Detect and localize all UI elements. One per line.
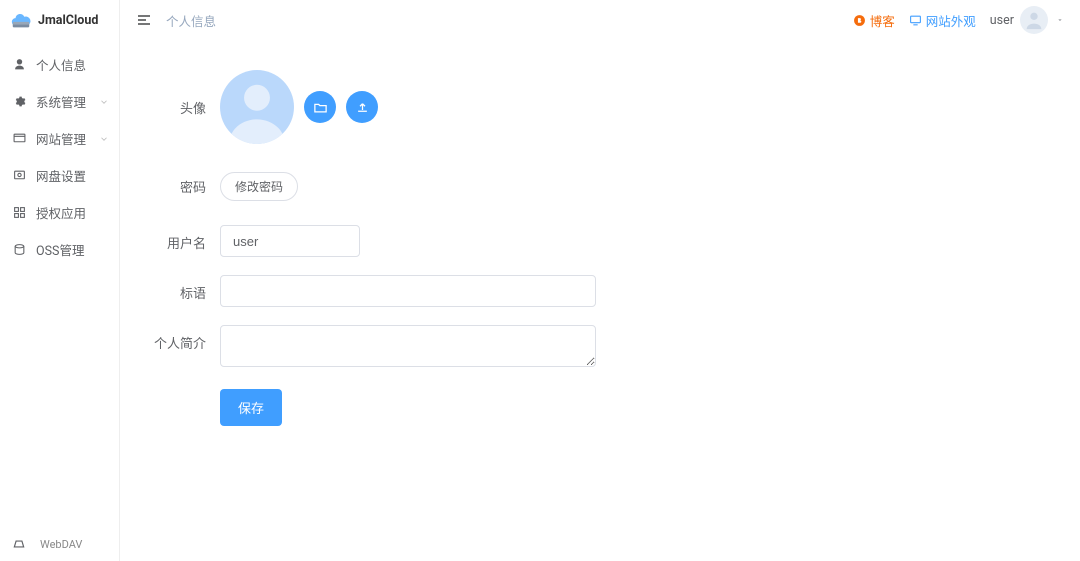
sidebar-item-system[interactable]: 系统管理: [0, 83, 119, 120]
avatar-small: [1020, 6, 1048, 34]
user-menu[interactable]: user: [990, 6, 1064, 34]
drive-icon: [12, 537, 26, 551]
upload-avatar-button[interactable]: [346, 91, 378, 123]
password-label: 密码: [140, 177, 220, 196]
slogan-label: 标语: [140, 275, 220, 302]
sidebar: JmalCloud 个人信息 系统管理: [0, 0, 120, 561]
sidebar-item-disk-settings[interactable]: 网盘设置: [0, 157, 119, 194]
user-icon: [12, 58, 26, 72]
sidebar-item-label: 网盘设置: [36, 166, 86, 185]
intro-textarea[interactable]: [220, 325, 596, 367]
sidebar-item-oss[interactable]: OSS管理: [0, 231, 119, 268]
logo-area[interactable]: JmalCloud: [0, 0, 119, 40]
caret-down-icon: [1056, 16, 1064, 24]
sidebar-menu: 个人信息 系统管理 网站管理: [0, 40, 119, 527]
appearance-icon: [909, 14, 922, 27]
sidebar-footer-webdav[interactable]: WebDAV: [0, 527, 119, 561]
sidebar-item-label: OSS管理: [36, 240, 84, 259]
appearance-label: 网站外观: [926, 11, 976, 30]
appearance-link[interactable]: 网站外观: [909, 11, 976, 30]
slogan-input[interactable]: [220, 275, 596, 307]
save-button[interactable]: 保存: [220, 389, 282, 426]
disk-icon: [12, 169, 26, 183]
topbar: 个人信息 博客 网站外观 user: [120, 0, 1080, 40]
blog-icon: [853, 14, 866, 27]
avatar-preview: [220, 70, 294, 144]
topbar-right: 博客 网站外观 user: [853, 6, 1064, 34]
browse-avatar-button[interactable]: [304, 91, 336, 123]
sidebar-item-label: 个人信息: [36, 55, 86, 74]
upload-icon: [355, 100, 370, 115]
chevron-down-icon: [99, 97, 109, 107]
sidebar-item-profile[interactable]: 个人信息: [0, 46, 119, 83]
sidebar-item-label: 系统管理: [36, 92, 86, 111]
sidebar-item-website[interactable]: 网站管理: [0, 120, 119, 157]
breadcrumb: 个人信息: [166, 11, 216, 30]
username-display: user: [990, 13, 1014, 28]
sidebar-item-label: 网站管理: [36, 129, 86, 148]
gear-icon: [12, 95, 26, 109]
app-name: JmalCloud: [38, 13, 98, 28]
username-label: 用户名: [140, 225, 220, 252]
intro-label: 个人简介: [140, 325, 220, 352]
sidebar-footer-label: WebDAV: [40, 538, 82, 551]
blog-link[interactable]: 博客: [853, 11, 895, 30]
site-icon: [12, 132, 26, 146]
change-password-button[interactable]: 修改密码: [220, 172, 298, 201]
avatar-label: 头像: [140, 98, 220, 117]
blog-label: 博客: [870, 11, 895, 30]
folder-icon: [313, 100, 328, 115]
chevron-down-icon: [99, 134, 109, 144]
sidebar-item-label: 授权应用: [36, 203, 86, 222]
main-area: 个人信息 博客 网站外观 user: [120, 0, 1080, 561]
cloud-logo-icon: [10, 9, 32, 31]
username-input[interactable]: [220, 225, 360, 257]
apps-icon: [12, 206, 26, 220]
toggle-sidebar-button[interactable]: [136, 12, 152, 28]
sidebar-item-authorized-apps[interactable]: 授权应用: [0, 194, 119, 231]
oss-icon: [12, 243, 26, 257]
profile-form: 头像: [120, 40, 1080, 474]
